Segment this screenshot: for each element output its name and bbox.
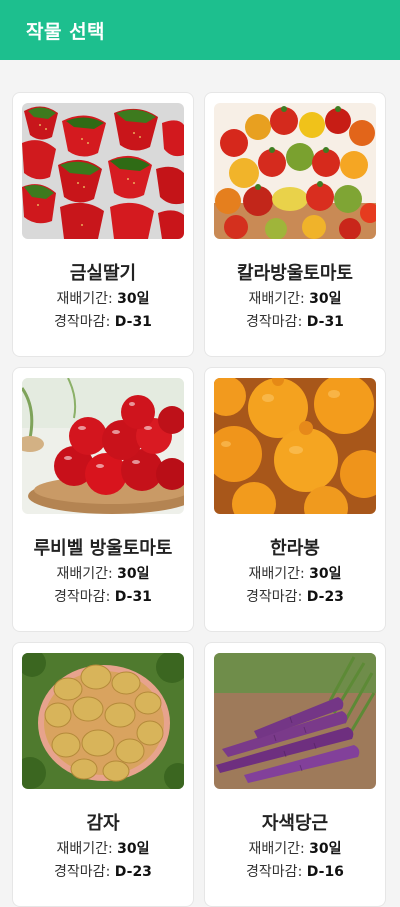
deadline-value: D-31 [114, 314, 152, 330]
crop-period: 재배기간: 30일 [56, 842, 149, 856]
period-label: 재배기간: [56, 841, 113, 857]
deadline-value: D-31 [114, 589, 152, 605]
period-value: 30일 [309, 291, 342, 307]
crop-deadline: 경작마감: D-31 [54, 315, 152, 329]
deadline-value: D-16 [306, 864, 344, 880]
crop-period: 재배기간: 30일 [56, 292, 149, 306]
crop-name: 감자 [86, 813, 120, 834]
crop-period: 재배기간: 30일 [248, 842, 341, 856]
crop-deadline: 경작마감: D-16 [246, 865, 344, 879]
crop-period: 재배기간: 30일 [248, 567, 341, 581]
deadline-value: D-31 [306, 314, 344, 330]
crop-card[interactable]: 감자 재배기간: 30일 경작마감: D-23 [12, 642, 194, 907]
period-value: 30일 [309, 841, 342, 857]
crop-period: 재배기간: 30일 [56, 567, 149, 581]
period-label: 재배기간: [248, 566, 305, 582]
crop-deadline: 경작마감: D-31 [54, 590, 152, 604]
period-label: 재배기간: [248, 291, 305, 307]
crop-card[interactable]: 자색당근 재배기간: 30일 경작마감: D-16 [204, 642, 386, 907]
deadline-label: 경작마감: [246, 589, 303, 605]
crop-image-potatoes [22, 653, 184, 789]
page-title: 작물 선택 [26, 20, 106, 43]
crop-deadline: 경작마감: D-23 [246, 590, 344, 604]
period-label: 재배기간: [56, 566, 113, 582]
crop-name: 칼라방울토마토 [237, 263, 353, 284]
crop-image-color-cherry-tomatoes [214, 103, 376, 239]
crop-name: 금실딸기 [69, 263, 137, 284]
period-label: 재배기간: [248, 841, 305, 857]
period-value: 30일 [117, 566, 150, 582]
crop-card[interactable]: 루비벨 방울토마토 재배기간: 30일 경작마감: D-31 [12, 367, 194, 632]
app-header: 작물 선택 [0, 0, 400, 60]
deadline-label: 경작마감: [54, 314, 111, 330]
deadline-value: D-23 [114, 864, 152, 880]
crop-name: 자색당근 [261, 813, 329, 834]
period-value: 30일 [117, 291, 150, 307]
crop-deadline: 경작마감: D-31 [246, 315, 344, 329]
crop-image-red-cherry-tomatoes [22, 378, 184, 514]
crop-grid: 금실딸기 재배기간: 30일 경작마감: D-31 칼라방울토마토 재배기간: … [12, 92, 388, 907]
crop-card[interactable]: 금실딸기 재배기간: 30일 경작마감: D-31 [12, 92, 194, 357]
crop-deadline: 경작마감: D-23 [54, 865, 152, 879]
crop-name: 한라봉 [270, 538, 320, 559]
crop-card[interactable]: 한라봉 재배기간: 30일 경작마감: D-23 [204, 367, 386, 632]
period-value: 30일 [117, 841, 150, 857]
deadline-label: 경작마감: [54, 589, 111, 605]
deadline-label: 경작마감: [246, 314, 303, 330]
crop-image-hallabong-oranges [214, 378, 376, 514]
crop-image-strawberries [22, 103, 184, 239]
crop-period: 재배기간: 30일 [248, 292, 341, 306]
deadline-label: 경작마감: [246, 864, 303, 880]
period-value: 30일 [309, 566, 342, 582]
crop-name: 루비벨 방울토마토 [33, 538, 173, 559]
deadline-label: 경작마감: [54, 864, 111, 880]
deadline-value: D-23 [306, 589, 344, 605]
crop-card[interactable]: 칼라방울토마토 재배기간: 30일 경작마감: D-31 [204, 92, 386, 357]
crop-image-purple-carrots [214, 653, 376, 789]
period-label: 재배기간: [56, 291, 113, 307]
